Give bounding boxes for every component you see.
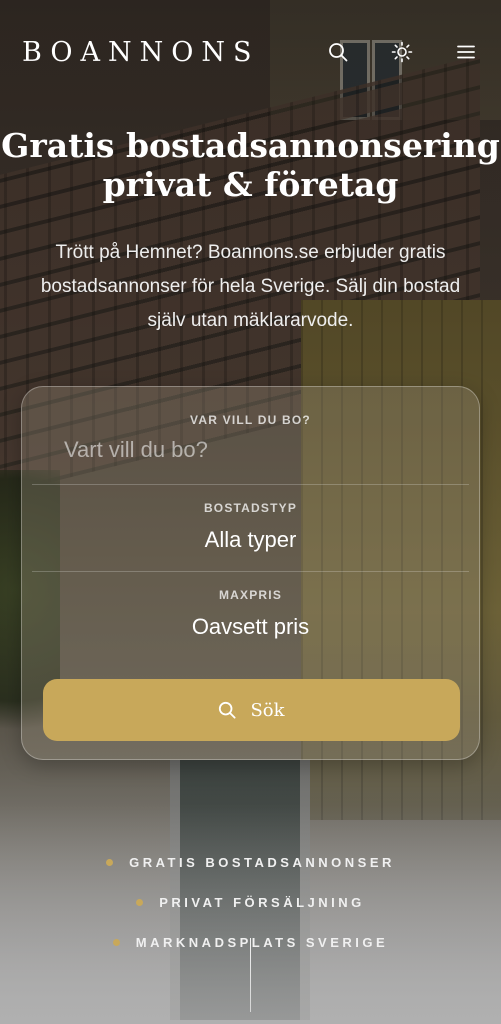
hero-title-line: Gratis bostadsannonsering — [1, 126, 500, 165]
site-logo[interactable]: BOANNONS — [22, 37, 259, 68]
feature-label: PRIVAT FÖRSÄLJNING — [159, 894, 365, 910]
theme-toggle-icon[interactable] — [389, 39, 415, 65]
search-button[interactable]: Sök — [43, 679, 460, 741]
feature-label: GRATIS BOSTADSANNONSER — [129, 854, 395, 870]
divider — [32, 484, 469, 485]
price-field[interactable]: MAXPRIS Oavsett pris — [32, 588, 469, 640]
location-input[interactable] — [32, 437, 469, 463]
price-select[interactable]: Oavsett pris — [32, 614, 469, 640]
location-field: VAR VILL DU BO? — [32, 413, 469, 463]
hero-subtitle: Trött på Hemnet? Boannons.se erbjuder gr… — [40, 242, 461, 331]
scroll-indicator — [250, 938, 251, 1012]
bullet-dot-icon — [106, 858, 114, 866]
search-icon — [219, 701, 237, 719]
menu-icon[interactable] — [453, 39, 479, 65]
bullet-dot-icon — [136, 898, 144, 906]
type-label: BOSTADSTYP — [203, 501, 298, 515]
type-select[interactable]: Alla typer — [32, 527, 469, 553]
search-button-label: Sök — [250, 699, 285, 721]
price-label: MAXPRIS — [218, 588, 283, 602]
feature-label: MARKNADSPLATS SVERIGE — [135, 934, 389, 950]
bullet-dot-icon — [112, 938, 120, 946]
search-icon[interactable] — [325, 39, 351, 65]
type-field[interactable]: BOSTADSTYP Alla typer — [32, 501, 469, 553]
feature-item: GRATIS BOSTADSANNONSER — [0, 842, 501, 882]
header-actions — [325, 39, 479, 65]
divider — [32, 571, 469, 572]
hero-title: Gratis bostadsannonsering privat & föret… — [0, 126, 501, 204]
site-header: BOANNONS — [0, 0, 501, 104]
location-label: VAR VILL DU BO? — [190, 413, 311, 427]
feature-item: PRIVAT FÖRSÄLJNING — [0, 882, 501, 922]
hero-title-line: privat & företag — [102, 165, 399, 204]
search-card: VAR VILL DU BO? BOSTADSTYP Alla typer MA… — [21, 386, 480, 760]
